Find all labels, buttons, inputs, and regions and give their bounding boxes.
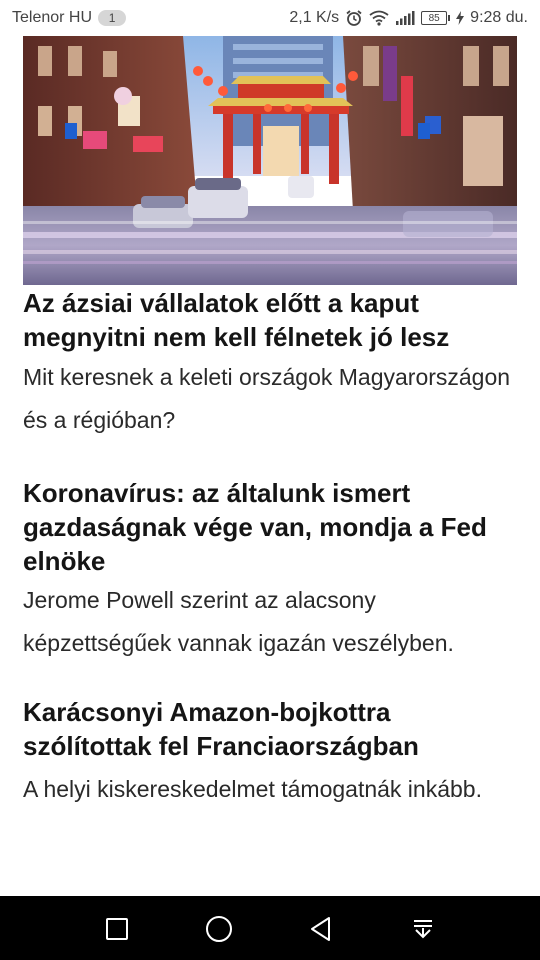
recents-square-icon [106,918,128,940]
article-summary[interactable]: Jerome Powell szerint az alacsony képzet… [23,579,517,665]
home-circle-icon [206,916,232,942]
notification-pulldown-button[interactable] [406,912,440,946]
notification-count-badge: 1 [98,10,127,26]
clock-time: 9:28 du. [470,9,528,26]
article-title[interactable]: Az ázsiai vállalatok előtt a kaput megny… [23,286,517,354]
battery-level: 85 [421,11,448,25]
back-button[interactable] [304,912,338,946]
recents-button[interactable] [100,912,134,946]
battery-tip [448,15,451,21]
article-list: Az ázsiai vállalatok előtt a kaput megny… [23,286,517,811]
notification-pulldown-icon [414,920,432,939]
home-button[interactable] [202,912,236,946]
article-item[interactable]: Karácsonyi Amazon-bojkottra szólítottak … [23,695,517,811]
article-item[interactable]: Koronavírus: az általunk ismert gazdaság… [23,476,517,665]
battery-icon: 85 [421,11,451,25]
status-right: 2,1 K/s 85 9:28 du. [289,9,528,27]
wifi-icon [369,10,389,26]
article-summary[interactable]: Mit keresnek a keleti országok Magyarors… [23,356,517,442]
article-title[interactable]: Koronavírus: az általunk ismert gazdaság… [23,476,517,578]
alarm-icon [345,9,363,27]
article-summary[interactable]: A helyi kiskereskedelmet támogatnák inká… [23,768,517,811]
navigation-bar [0,896,540,960]
chinatown-photo [23,36,517,285]
article-title[interactable]: Karácsonyi Amazon-bojkottra szólítottak … [23,695,517,763]
carrier-name: Telenor HU [12,9,93,26]
charging-icon [456,11,465,25]
signal-icon [395,10,415,26]
back-triangle-icon [311,917,330,941]
status-bar: Telenor HU 1 2,1 K/s 85 9:28 du. [0,0,540,36]
article-hero-image[interactable] [23,36,517,285]
article-item[interactable]: Az ázsiai vállalatok előtt a kaput megny… [23,286,517,442]
status-left: Telenor HU 1 [12,9,127,27]
network-speed: 2,1 K/s [289,9,340,26]
